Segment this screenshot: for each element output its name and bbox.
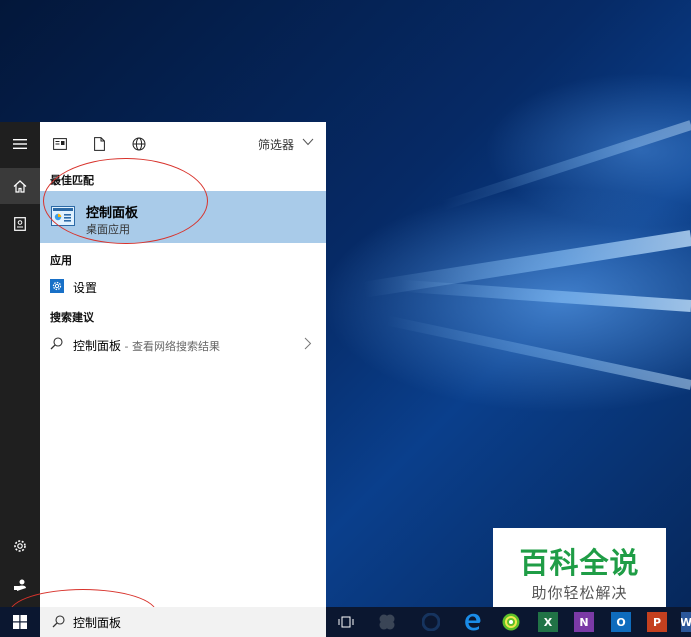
suggestions-heading: 搜索建议 <box>50 311 94 324</box>
wallpaper-light-beam <box>400 279 691 312</box>
360-browser-icon <box>502 613 520 631</box>
task-view-icon <box>338 616 354 628</box>
annotation-ellipse <box>43 158 208 244</box>
watermark: 百科全说 助你轻松解决 <box>493 528 666 610</box>
suggestion-hint: - 查看网络搜索结果 <box>121 340 220 353</box>
task-view-button[interactable] <box>336 612 356 632</box>
gear-icon <box>52 281 62 291</box>
filter-dropdown-label[interactable]: 筛选器 <box>258 136 294 153</box>
start-button[interactable] <box>0 607 40 637</box>
taskbar-store-app[interactable] <box>377 612 397 632</box>
onenote-icon: N <box>579 615 589 629</box>
search-icon <box>52 615 65 628</box>
suggestion-text: 控制面板 - 查看网络搜索结果 <box>73 337 220 354</box>
excel-icon: X <box>543 615 553 629</box>
settings-app-icon <box>50 279 64 293</box>
document-icon <box>93 137 105 151</box>
chevron-down-icon[interactable] <box>302 138 314 146</box>
taskbar-edge-app[interactable] <box>463 612 483 632</box>
apps-heading: 应用 <box>50 254 72 267</box>
taskbar: 控制面板 X N O P W <box>0 607 691 637</box>
taskbar-edge-inactive[interactable] <box>421 612 441 632</box>
powerpoint-icon: P <box>652 615 662 629</box>
word-icon: W <box>681 615 691 629</box>
windows-logo-icon <box>13 615 27 629</box>
settings-app-label: 设置 <box>73 281 98 295</box>
home-button[interactable] <box>0 168 40 204</box>
home-icon <box>13 179 27 193</box>
settings-app-result[interactable]: 设置 <box>40 274 326 298</box>
web-suggestion-result[interactable]: 控制面板 - 查看网络搜索结果 <box>40 332 326 356</box>
documents-button[interactable] <box>0 206 40 242</box>
wallpaper-light-beam <box>441 120 691 211</box>
filter-bar: 筛选器 <box>40 122 326 166</box>
filter-documents-button[interactable] <box>89 134 109 154</box>
gear-icon <box>14 540 26 552</box>
taskbar-outlook-app[interactable]: O <box>611 612 631 632</box>
outlook-icon: O <box>616 615 626 629</box>
taskbar-excel-app[interactable]: X <box>538 612 558 632</box>
settings-rail-button[interactable] <box>0 528 40 564</box>
taskbar-onenote-app[interactable]: N <box>574 612 594 632</box>
globe-icon <box>132 137 146 151</box>
taskbar-powerpoint-app[interactable]: P <box>647 612 667 632</box>
start-menu-rail <box>0 122 40 607</box>
wallpaper-light-beam <box>385 315 691 390</box>
search-icon <box>50 337 63 350</box>
feedback-person-icon <box>14 579 26 591</box>
apps-filter-icon <box>53 138 67 150</box>
taskbar-search-box[interactable]: 控制面板 <box>40 607 326 637</box>
store-icon <box>379 614 395 630</box>
taskbar-word-app[interactable]: W <box>681 612 691 632</box>
taskbar-360-browser[interactable] <box>501 612 521 632</box>
filter-web-button[interactable] <box>129 134 149 154</box>
filter-apps-button[interactable] <box>50 134 70 154</box>
suggestion-query: 控制面板 <box>73 339 122 353</box>
search-input[interactable]: 控制面板 <box>73 614 121 631</box>
hamburger-icon <box>13 139 27 149</box>
watermark-subtitle: 助你轻松解决 <box>531 584 628 602</box>
edge-icon <box>465 613 481 631</box>
watermark-title: 百科全说 <box>519 546 640 580</box>
chevron-right-icon <box>304 337 312 350</box>
hamburger-menu-button[interactable] <box>0 126 40 162</box>
notebook-icon <box>14 217 26 231</box>
edge-icon <box>422 613 440 631</box>
